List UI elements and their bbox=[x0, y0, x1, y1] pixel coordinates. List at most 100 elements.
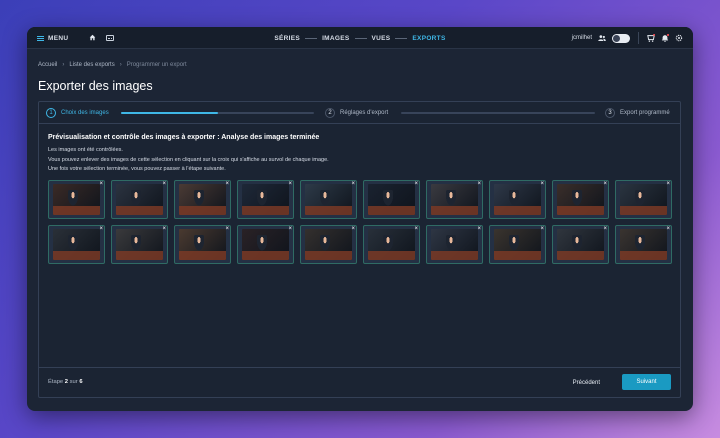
image-thumbnail[interactable]: × bbox=[237, 180, 294, 219]
breadcrumb-home[interactable]: Accueil bbox=[38, 62, 57, 68]
step-label: Choix des images bbox=[61, 110, 109, 116]
breadcrumb: Accueil › Liste des exports › Programmer… bbox=[38, 62, 187, 68]
photo-preview bbox=[557, 184, 604, 215]
remove-image-icon[interactable]: × bbox=[351, 226, 355, 232]
image-thumbnail[interactable]: × bbox=[552, 225, 609, 264]
step-number: 2 bbox=[325, 108, 335, 118]
remove-image-icon[interactable]: × bbox=[540, 226, 544, 232]
keyboard-icon[interactable] bbox=[106, 35, 114, 41]
users-icon[interactable] bbox=[598, 35, 606, 41]
nav-vues[interactable]: VUES bbox=[372, 35, 391, 42]
step-1[interactable]: 1 Choix des images bbox=[46, 102, 109, 124]
nav-series[interactable]: SÉRIES bbox=[274, 35, 300, 42]
step-2[interactable]: 2 Réglages d'export bbox=[325, 102, 388, 124]
image-thumbnail[interactable]: × bbox=[426, 225, 483, 264]
image-thumbnail[interactable]: × bbox=[48, 225, 105, 264]
photo-preview bbox=[305, 184, 352, 215]
image-thumbnail[interactable]: × bbox=[237, 225, 294, 264]
menu-label: MENU bbox=[48, 34, 69, 42]
top-bar: MENU SÉRIES IMAGES VUES EXPORTS jcmilhet bbox=[27, 27, 693, 49]
step-number: 3 bbox=[605, 108, 615, 118]
remove-image-icon[interactable]: × bbox=[225, 226, 229, 232]
bell-icon[interactable] bbox=[661, 34, 669, 42]
main-content: Accueil › Liste des exports › Programmer… bbox=[38, 49, 682, 411]
preview-section: Prévisualisation et contrôle des images … bbox=[48, 134, 672, 264]
remove-image-icon[interactable]: × bbox=[162, 226, 166, 232]
photo-preview bbox=[242, 229, 289, 260]
sd-toggle[interactable] bbox=[612, 33, 630, 43]
menu-button[interactable]: MENU bbox=[37, 27, 68, 49]
step-label: Réglages d'export bbox=[340, 110, 389, 116]
photo-preview bbox=[620, 184, 667, 215]
remove-image-icon[interactable]: × bbox=[225, 181, 229, 187]
user-area: jcmilhet bbox=[572, 27, 683, 49]
divider bbox=[638, 32, 639, 44]
remove-image-icon[interactable]: × bbox=[162, 181, 166, 187]
image-thumbnail[interactable]: × bbox=[363, 225, 420, 264]
settings-icon[interactable] bbox=[675, 34, 683, 42]
remove-image-icon[interactable]: × bbox=[540, 181, 544, 187]
step-2-progress bbox=[401, 112, 595, 114]
image-thumbnail[interactable]: × bbox=[615, 180, 672, 219]
photo-preview bbox=[242, 184, 289, 215]
step-3[interactable]: 3 Export programmé bbox=[605, 102, 670, 124]
image-thumbnail[interactable]: × bbox=[300, 180, 357, 219]
image-thumbnail[interactable]: × bbox=[174, 225, 231, 264]
nav-separator bbox=[305, 37, 318, 39]
remove-image-icon[interactable]: × bbox=[477, 226, 481, 232]
photo-preview bbox=[53, 184, 100, 215]
remove-image-icon[interactable]: × bbox=[99, 226, 103, 232]
nav-separator bbox=[395, 37, 408, 39]
progress-fill bbox=[121, 112, 218, 114]
remove-image-icon[interactable]: × bbox=[603, 226, 607, 232]
image-thumbnail[interactable]: × bbox=[489, 225, 546, 264]
photo-preview bbox=[305, 229, 352, 260]
step-counter: Étape 2 sur 6 bbox=[48, 379, 83, 385]
photo-preview bbox=[431, 184, 478, 215]
remove-image-icon[interactable]: × bbox=[414, 181, 418, 187]
remove-image-icon[interactable]: × bbox=[666, 226, 670, 232]
nav-images[interactable]: IMAGES bbox=[322, 35, 349, 42]
step-prefix: Étape bbox=[48, 379, 64, 385]
toggle-knob bbox=[613, 34, 620, 42]
instruction-line: Vous pouvez enlever des images de cette … bbox=[48, 156, 329, 163]
image-thumbnail[interactable]: × bbox=[48, 180, 105, 219]
instruction-line: Les images ont été contrôlées. bbox=[48, 147, 123, 153]
chevron-right-icon: › bbox=[62, 62, 65, 68]
remove-image-icon[interactable]: × bbox=[414, 226, 418, 232]
remove-image-icon[interactable]: × bbox=[288, 181, 292, 187]
image-thumbnail[interactable]: × bbox=[111, 180, 168, 219]
wizard-footer: Étape 2 sur 6 Précédent Suivant bbox=[39, 367, 680, 397]
stepper: 1 Choix des images 2 Réglages d'export 3… bbox=[39, 102, 680, 124]
photo-preview bbox=[53, 229, 100, 260]
photo-preview bbox=[620, 229, 667, 260]
remove-image-icon[interactable]: × bbox=[351, 181, 355, 187]
photo-preview bbox=[557, 229, 604, 260]
nav-exports[interactable]: EXPORTS bbox=[412, 35, 445, 42]
image-thumbnail[interactable]: × bbox=[552, 180, 609, 219]
image-thumbnail[interactable]: × bbox=[615, 225, 672, 264]
username[interactable]: jcmilhet bbox=[572, 35, 592, 41]
photo-preview bbox=[368, 184, 415, 215]
image-thumbnail[interactable]: × bbox=[363, 180, 420, 219]
remove-image-icon[interactable]: × bbox=[603, 181, 607, 187]
photo-preview bbox=[494, 229, 541, 260]
home-icon[interactable] bbox=[89, 34, 96, 41]
image-thumbnail[interactable]: × bbox=[489, 180, 546, 219]
cart-icon[interactable] bbox=[647, 34, 655, 42]
image-thumbnail[interactable]: × bbox=[174, 180, 231, 219]
hamburger-icon bbox=[37, 35, 44, 41]
remove-image-icon[interactable]: × bbox=[99, 181, 103, 187]
previous-button[interactable]: Précédent bbox=[569, 376, 604, 389]
page-title: Exporter des images bbox=[38, 79, 153, 93]
remove-image-icon[interactable]: × bbox=[288, 226, 292, 232]
photo-preview bbox=[494, 184, 541, 215]
breadcrumb-current: Programmer un export bbox=[126, 62, 187, 68]
remove-image-icon[interactable]: × bbox=[666, 181, 670, 187]
image-thumbnail[interactable]: × bbox=[426, 180, 483, 219]
image-thumbnail[interactable]: × bbox=[300, 225, 357, 264]
image-thumbnail[interactable]: × bbox=[111, 225, 168, 264]
next-button[interactable]: Suivant bbox=[622, 374, 671, 390]
remove-image-icon[interactable]: × bbox=[477, 181, 481, 187]
breadcrumb-exports[interactable]: Liste des exports bbox=[69, 62, 114, 68]
